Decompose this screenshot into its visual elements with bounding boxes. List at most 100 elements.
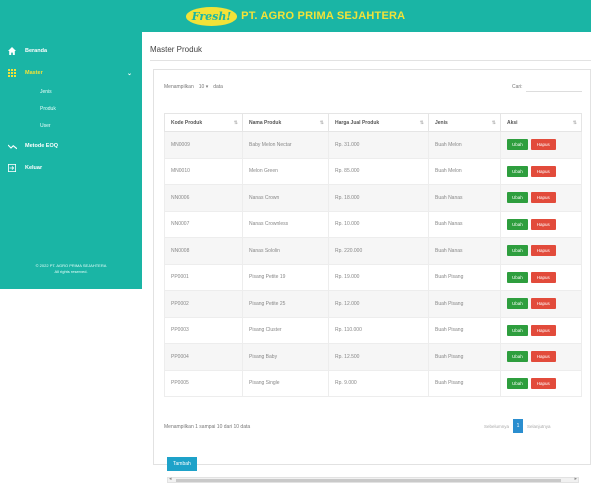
submenu-user[interactable]: User [0, 118, 142, 135]
cell-aksi: Ubah Hapus [500, 316, 582, 344]
cell-nama: Nanas Crownless [242, 210, 329, 238]
column-header-nama[interactable]: Nama Produk ⇅ [242, 113, 329, 132]
cell-kode: PP0001 [164, 263, 243, 291]
next-page-button[interactable]: Selanjutnya [527, 424, 551, 429]
cell-kode: NN0007 [164, 210, 243, 238]
edit-button[interactable]: Ubah [507, 298, 528, 310]
delete-button[interactable]: Hapus [530, 218, 556, 230]
cell-harga: Rp. 110.000 [328, 316, 429, 344]
scroll-left-icon[interactable]: ◂ [169, 476, 172, 482]
show-suffix: data [213, 84, 223, 90]
delete-button[interactable]: Hapus [530, 351, 556, 363]
delete-button[interactable]: Hapus [530, 245, 556, 257]
table-info: Menampilkan 1 sampai 10 dari 10 data [164, 424, 251, 430]
edit-button[interactable]: Ubah [507, 245, 528, 257]
search-input[interactable] [526, 80, 582, 92]
sidebar: Beranda Master ⌄ Jenis Produk User Metod… [0, 32, 142, 289]
cell-jenis: Buah Nanas [428, 210, 501, 238]
sidebar-item-label: Master [25, 70, 43, 76]
company-name: PT. AGRO PRIMA SEJAHTERA [241, 10, 406, 22]
cell-nama: Nanas Crown [242, 184, 329, 212]
table-row: MN0009 Baby Melon Nectar Rp. 31.000 Buah… [164, 131, 582, 159]
product-card: Menampilkan 10 ▾ data Cari: Kode Produk ⇅… [153, 69, 591, 483]
cell-nama: Pisang Baby [242, 343, 329, 371]
cell-aksi: Ubah Hapus [500, 290, 582, 318]
delete-button[interactable]: Hapus [530, 271, 556, 283]
table-row: PP0004 Pisang Baby Rp. 12.500 Buah Pisan… [164, 343, 582, 371]
cell-aksi: Ubah Hapus [500, 369, 582, 397]
sidebar-item-beranda[interactable]: Beranda [0, 40, 142, 62]
cell-harga: Rp. 220.000 [328, 237, 429, 265]
delete-button[interactable]: Hapus [530, 192, 556, 204]
submenu-jenis[interactable]: Jenis [0, 84, 142, 101]
cell-nama: Pisang Cluster [242, 316, 329, 344]
cell-harga: Rp. 9.000 [328, 369, 429, 397]
delete-button[interactable]: Hapus [530, 377, 556, 389]
cell-harga: Rp. 18.000 [328, 184, 429, 212]
table-row: MN0010 Melon Green Rp. 85.000 Buah Melon… [164, 157, 582, 185]
brand-logo: Fresh! [185, 6, 238, 26]
delete-button[interactable]: Hapus [530, 298, 556, 310]
sort-icon: ⇅ [319, 120, 324, 126]
cell-kode: PP0005 [164, 369, 243, 397]
cell-jenis: Buah Melon [428, 157, 501, 185]
column-header-harga[interactable]: Harga Jual Produk ⇅ [328, 113, 429, 132]
cell-nama: Pisang Single [242, 369, 329, 397]
cell-nama: Baby Melon Nectar [242, 131, 329, 159]
submenu-produk[interactable]: Produk [0, 101, 142, 118]
edit-button[interactable]: Ubah [507, 139, 528, 151]
edit-button[interactable]: Ubah [507, 192, 528, 204]
cell-jenis: Buah Pisang [428, 316, 501, 344]
table-row: NN0006 Nanas Crown Rp. 18.000 Buah Nanas… [164, 184, 582, 212]
sidebar-item-master[interactable]: Master ⌄ [0, 62, 142, 84]
delete-button[interactable]: Hapus [530, 139, 556, 151]
page-1-button[interactable]: 1 [513, 419, 524, 433]
cell-nama: Nanas Sololin [242, 237, 329, 265]
sidebar-item-label: Beranda [25, 48, 48, 54]
sidebar-item-metode-eoq[interactable]: Metode EOQ [0, 135, 142, 157]
cell-harga: Rp. 31.000 [328, 131, 429, 159]
add-button[interactable]: Tambah [167, 457, 197, 471]
page-length-select[interactable]: 10 ▾ [199, 84, 208, 90]
product-table: Kode Produk ⇅ Nama Produk ⇅ Harga Jual Pro… [164, 113, 582, 397]
delete-button[interactable]: Hapus [530, 165, 556, 177]
cell-jenis: Buah Nanas [428, 237, 501, 265]
edit-button[interactable]: Ubah [507, 271, 528, 283]
cell-jenis: Buah Pisang [428, 290, 501, 318]
edit-button[interactable]: Ubah [507, 324, 528, 336]
edit-button[interactable]: Ubah [507, 165, 528, 177]
cell-harga: Rp. 12.500 [328, 343, 429, 371]
sort-icon: ⇅ [233, 120, 238, 126]
sidebar-footer: © 2022 PT. AGRO PRIMA SEJAHTERA All righ… [0, 263, 142, 275]
cell-jenis: Buah Melon [428, 131, 501, 159]
search-label: Cari: [512, 84, 523, 90]
column-header-jenis[interactable]: Jenis ⇅ [428, 113, 501, 132]
show-label: Menampilkan [164, 84, 194, 90]
cell-jenis: Buah Pisang [428, 369, 501, 397]
home-icon [7, 46, 17, 56]
sidebar-item-keluar[interactable]: Keluar [0, 157, 142, 179]
cell-aksi: Ubah Hapus [500, 157, 582, 185]
cell-aksi: Ubah Hapus [500, 263, 582, 291]
edit-button[interactable]: Ubah [507, 351, 528, 363]
cell-kode: PP0002 [164, 290, 243, 318]
sort-icon: ⇅ [572, 120, 577, 126]
cell-nama: Pisang Petite 19 [242, 263, 329, 291]
cell-kode: NN0008 [164, 237, 243, 265]
column-header-aksi[interactable]: Aksi ⇅ [500, 113, 582, 132]
table-header-row: Kode Produk ⇅ Nama Produk ⇅ Harga Jual Pro… [164, 113, 582, 132]
scroll-right-icon[interactable]: ▸ [574, 476, 577, 482]
edit-button[interactable]: Ubah [507, 218, 528, 230]
table-row: PP0003 Pisang Cluster Rp. 110.000 Buah P… [164, 316, 582, 344]
edit-button[interactable]: Ubah [507, 377, 528, 389]
prev-page-button[interactable]: Sebelumnya [484, 424, 509, 429]
horizontal-scrollbar[interactable]: ◂ ▸ [167, 476, 579, 483]
sort-icon: ⇅ [419, 120, 424, 126]
sidebar-item-label: Keluar [25, 165, 43, 171]
sort-icon: ⇅ [491, 120, 496, 126]
scroll-thumb[interactable] [176, 479, 561, 482]
cell-harga: Rp. 10.000 [328, 210, 429, 238]
grid-icon [7, 68, 17, 78]
column-header-kode[interactable]: Kode Produk ⇅ [164, 113, 243, 132]
delete-button[interactable]: Hapus [530, 324, 556, 336]
